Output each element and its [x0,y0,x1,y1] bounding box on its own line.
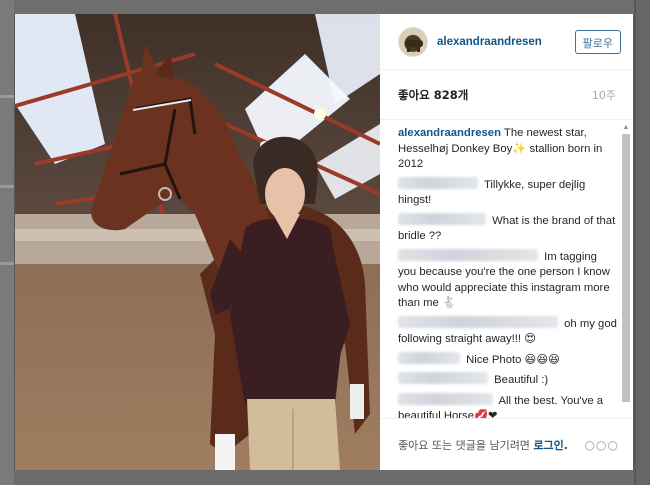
backdrop-left-edge [0,0,14,485]
post-modal: alexandraandresen 팔로우 좋아요 828개 10주 alexa… [15,14,633,470]
follow-button[interactable]: 팔로우 [574,29,621,54]
caption-comment: alexandraandresen The newest star, Hesse… [398,126,617,173]
blurred-username[interactable] [398,351,460,364]
list-item: Tillykke, super dejlig hingst! [398,176,617,209]
likes-count[interactable]: 좋아요 828개 [398,87,468,103]
post-footer: 좋아요 또는 댓글을 남기려면 로그인. ○○○ [380,418,633,470]
post-stats: 좋아요 828개 10주 [380,70,633,120]
backdrop-bottom [14,470,634,485]
login-prompt-text: 좋아요 또는 댓글을 남기려면 [398,438,530,452]
post-photo-illustration [15,14,380,470]
post-side-panel: alexandraandresen 팔로우 좋아요 828개 10주 alexa… [380,14,633,470]
more-dots-icon[interactable]: ○○○ [585,438,619,452]
list-item: Beautiful :) [398,372,617,389]
blurred-username[interactable] [398,392,493,405]
list-item: Im tagging you because you're the one pe… [398,248,617,312]
comment-username[interactable]: alexandraandresen [398,127,501,139]
comment-list[interactable]: alexandraandresen The newest star, Hesse… [380,120,633,418]
blurred-username[interactable] [398,176,478,189]
login-link[interactable]: 로그인. [533,439,568,452]
avatar[interactable] [398,26,428,57]
scroll-up-arrow-icon[interactable]: ▲ [622,124,630,132]
list-item: All the best. You've a beautiful Horse💋❤ [398,392,617,418]
comment-scrollbar[interactable]: ▲ ▼ [621,124,631,418]
post-header: alexandraandresen 팔로우 [380,14,633,70]
backdrop-top [14,0,634,14]
header-username[interactable]: alexandraandresen [437,36,575,48]
list-item: oh my god following straight away!!! 😍 [398,315,617,348]
list-item: What is the brand of that bridle ?? [398,212,617,245]
blurred-username[interactable] [398,315,558,328]
comment-text: Beautiful :) [494,374,549,386]
post-photo[interactable] [15,14,380,470]
comment-text: Nice Photo 😆😆😆 [466,353,560,366]
login-prompt: 좋아요 또는 댓글을 남기려면 로그인. [398,437,568,453]
blurred-username[interactable] [398,212,486,225]
blurred-username[interactable] [398,248,538,261]
post-time[interactable]: 10주 [592,87,616,103]
list-item: Nice Photo 😆😆😆 [398,351,617,369]
scroll-thumb[interactable] [622,134,630,402]
blurred-username[interactable] [398,372,488,384]
